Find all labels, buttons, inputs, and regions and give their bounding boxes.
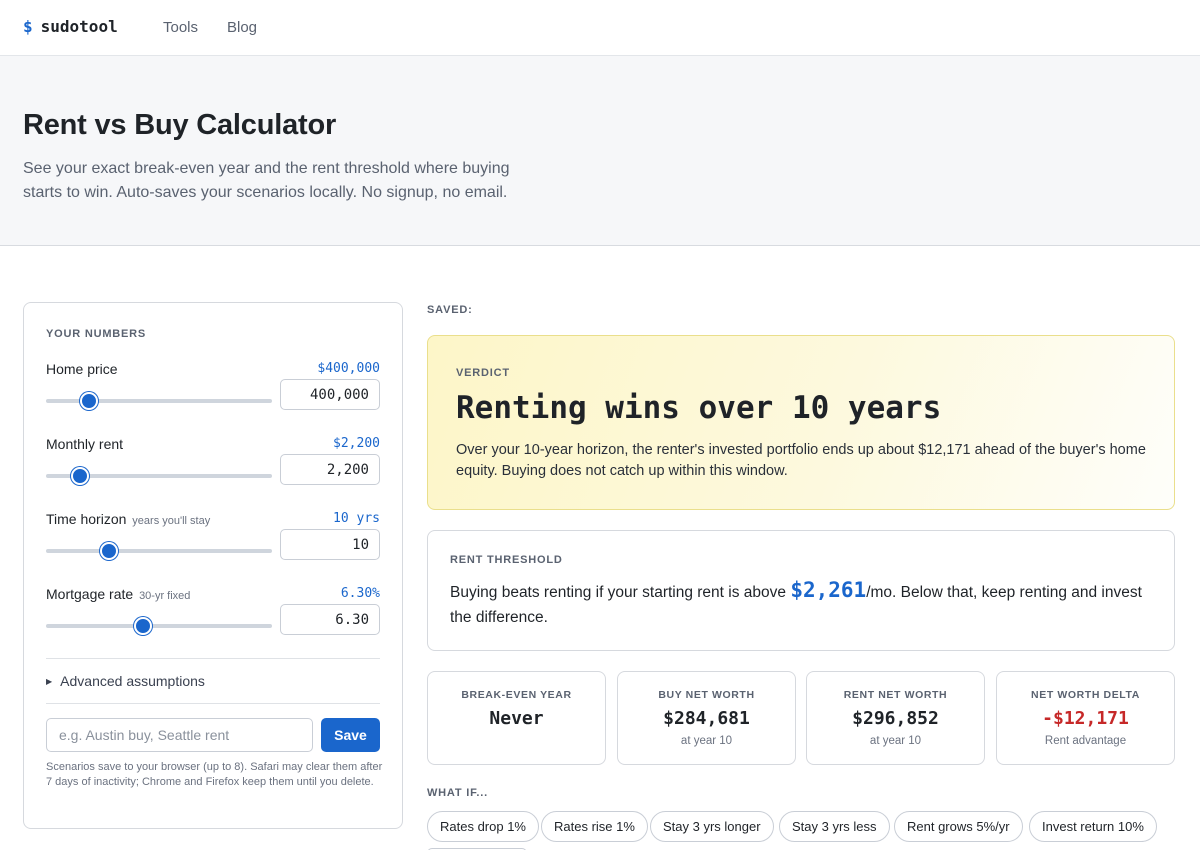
verdict-title: Renting wins over 10 years bbox=[456, 390, 942, 426]
monthly-rent-input[interactable] bbox=[280, 454, 380, 485]
page-title: Rent vs Buy Calculator bbox=[23, 109, 337, 141]
what-if-chip-stay-longer[interactable]: Stay 3 yrs longer bbox=[650, 811, 774, 842]
mortgage-rate-label: Mortgage rate 30-yr fixed bbox=[46, 586, 191, 602]
disclosure-triangle-icon: ▶ bbox=[46, 677, 53, 686]
stat-label: RENT NET WORTH bbox=[843, 689, 948, 701]
what-if-chip-rent-grows[interactable]: Rent grows 5%/yr bbox=[894, 811, 1023, 842]
time-horizon-field: Time horizon years you'll stay 10 yrs bbox=[46, 511, 380, 581]
net-worth-delta-card: NET WORTH DELTA -$12,171 Rent advantage bbox=[996, 671, 1175, 765]
stat-label: NET WORTH DELTA bbox=[1031, 689, 1140, 701]
what-if-chip-invest-return[interactable]: Invest return 10% bbox=[1029, 811, 1157, 842]
home-price-input[interactable] bbox=[280, 379, 380, 410]
rent-threshold-text: Buying beats renting if your starting re… bbox=[450, 578, 1142, 626]
stat-value: -$12,171 bbox=[1042, 708, 1129, 729]
what-if-chip-stay-less[interactable]: Stay 3 yrs less bbox=[779, 811, 890, 842]
rent-threshold-label: RENT THRESHOLD bbox=[450, 554, 563, 566]
home-price-display: $400,000 bbox=[317, 361, 380, 376]
logo-text: sudotool bbox=[40, 17, 118, 36]
time-horizon-label: Time horizon years you'll stay bbox=[46, 511, 211, 527]
mortgage-rate-field: Mortgage rate 30-yr fixed 6.30% bbox=[46, 586, 380, 656]
mortgage-rate-input[interactable] bbox=[280, 604, 380, 635]
verdict-body: Over your 10-year horizon, the renter's … bbox=[456, 442, 1146, 479]
stat-value: Never bbox=[489, 708, 544, 729]
stat-label: BREAK-EVEN YEAR bbox=[461, 689, 572, 701]
panel-divider bbox=[46, 703, 380, 704]
stat-sub: at year 10 bbox=[680, 735, 733, 747]
home-price-label: Home price bbox=[46, 361, 118, 377]
advanced-assumptions-label: Advanced assumptions bbox=[60, 673, 205, 689]
stat-label: BUY NET WORTH bbox=[658, 689, 755, 701]
time-horizon-slider-thumb[interactable] bbox=[100, 542, 119, 560]
what-if-chip-rates-drop[interactable]: Rates drop 1% bbox=[427, 811, 539, 842]
nav-tools-link[interactable]: Tools bbox=[163, 19, 198, 36]
stat-value: $296,852 bbox=[852, 708, 939, 729]
advanced-assumptions-toggle[interactable]: ▶ Advanced assumptions bbox=[46, 673, 205, 689]
rent-threshold-amount: $2,261 bbox=[790, 578, 867, 602]
page-subtitle: See your exact break-even year and the r… bbox=[23, 160, 510, 201]
hero-section: Rent vs Buy Calculator See your exact br… bbox=[0, 56, 1200, 246]
mortgage-rate-slider-track[interactable] bbox=[46, 624, 272, 628]
stat-value: $284,681 bbox=[663, 708, 750, 729]
stat-sub: Rent advantage bbox=[1044, 735, 1127, 747]
mortgage-rate-slider-thumb[interactable] bbox=[134, 617, 153, 635]
inputs-section-label: YOUR NUMBERS bbox=[46, 328, 147, 340]
monthly-rent-field: Monthly rent $2,200 bbox=[46, 436, 380, 506]
storage-note: Scenarios save to your browser (up to 8)… bbox=[46, 761, 383, 788]
scenario-name-input[interactable] bbox=[46, 718, 313, 752]
mortgage-rate-hint: 30-yr fixed bbox=[139, 590, 191, 602]
monthly-rent-label: Monthly rent bbox=[46, 436, 124, 452]
buy-net-worth-card: BUY NET WORTH $284,681 at year 10 bbox=[617, 671, 796, 765]
top-bar: $ sudotool Tools Blog bbox=[0, 0, 1200, 56]
time-horizon-display: 10 yrs bbox=[333, 511, 380, 526]
save-scenario-button[interactable]: Save bbox=[321, 718, 380, 752]
time-horizon-slider-track[interactable] bbox=[46, 549, 272, 553]
time-horizon-input[interactable] bbox=[280, 529, 380, 560]
verdict-label: VERDICT bbox=[456, 367, 510, 379]
home-price-slider-thumb[interactable] bbox=[79, 392, 98, 410]
rent-net-worth-card: RENT NET WORTH $296,852 at year 10 bbox=[806, 671, 985, 765]
what-if-label: WHAT IF... bbox=[427, 787, 488, 799]
logo-symbol: $ bbox=[23, 17, 33, 36]
site-logo[interactable]: $ sudotool bbox=[23, 17, 118, 36]
inputs-panel: YOUR NUMBERS Home price $400,000 Monthly… bbox=[23, 302, 403, 829]
saved-scenarios-label: SAVED: bbox=[427, 304, 473, 316]
rent-threshold-card: RENT THRESHOLD Buying beats renting if y… bbox=[427, 530, 1175, 651]
stat-sub: at year 10 bbox=[869, 735, 922, 747]
home-price-field: Home price $400,000 bbox=[46, 361, 380, 431]
monthly-rent-slider-thumb[interactable] bbox=[70, 467, 89, 485]
break-even-year-card: BREAK-EVEN YEAR Never bbox=[427, 671, 606, 765]
verdict-card: VERDICT Renting wins over 10 years Over … bbox=[427, 335, 1175, 510]
panel-divider bbox=[46, 658, 380, 659]
nav-blog-link[interactable]: Blog bbox=[227, 19, 257, 36]
what-if-chip-rates-rise[interactable]: Rates rise 1% bbox=[541, 811, 648, 842]
monthly-rent-display: $2,200 bbox=[333, 436, 380, 451]
time-horizon-hint: years you'll stay bbox=[132, 515, 211, 527]
mortgage-rate-display: 6.30% bbox=[340, 586, 380, 601]
